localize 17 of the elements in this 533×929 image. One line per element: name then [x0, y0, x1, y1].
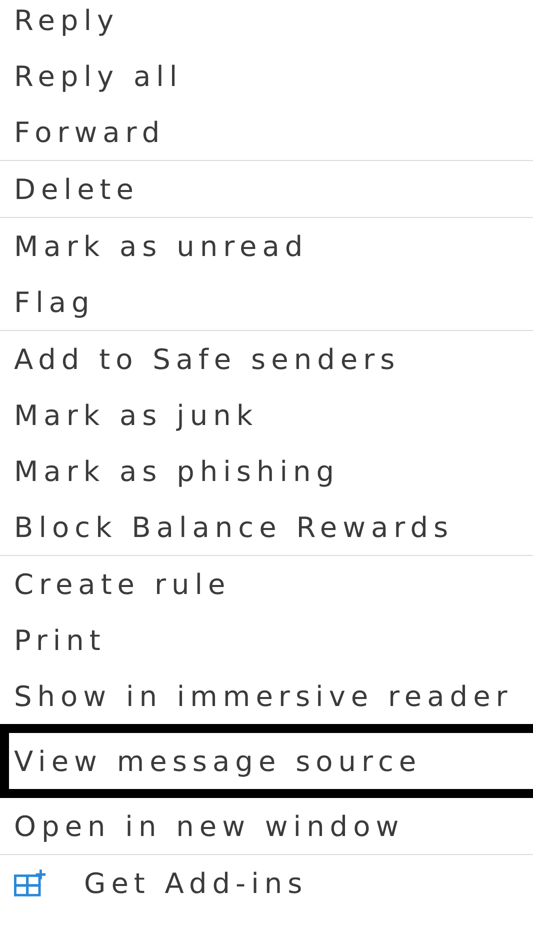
menu-item[interactable]: Mark as unread	[0, 218, 533, 274]
menu-item[interactable]: Delete	[0, 161, 533, 217]
menu-item[interactable]: Create rule	[0, 556, 533, 612]
menu-item[interactable]: Reply	[0, 0, 533, 48]
menu-item[interactable]: Mark as junk	[0, 387, 533, 443]
menu-item[interactable]: Forward	[0, 104, 533, 160]
add-ins-icon	[14, 868, 48, 898]
menu-item[interactable]: Mark as phishing	[0, 443, 533, 499]
menu-item[interactable]: Reply all	[0, 48, 533, 104]
menu-item[interactable]: Print	[0, 612, 533, 668]
menu-item[interactable]: Add to Safe senders	[0, 331, 533, 387]
menu-item[interactable]: Get Add-ins	[0, 855, 533, 911]
menu-item[interactable]: Flag	[0, 274, 533, 330]
menu-item[interactable]: Show in immersive reader	[0, 668, 533, 724]
menu-item[interactable]: View message source	[0, 724, 533, 798]
menu-item[interactable]: Block Balance Rewards	[0, 499, 533, 555]
menu-item[interactable]: Open in new window	[0, 798, 533, 854]
